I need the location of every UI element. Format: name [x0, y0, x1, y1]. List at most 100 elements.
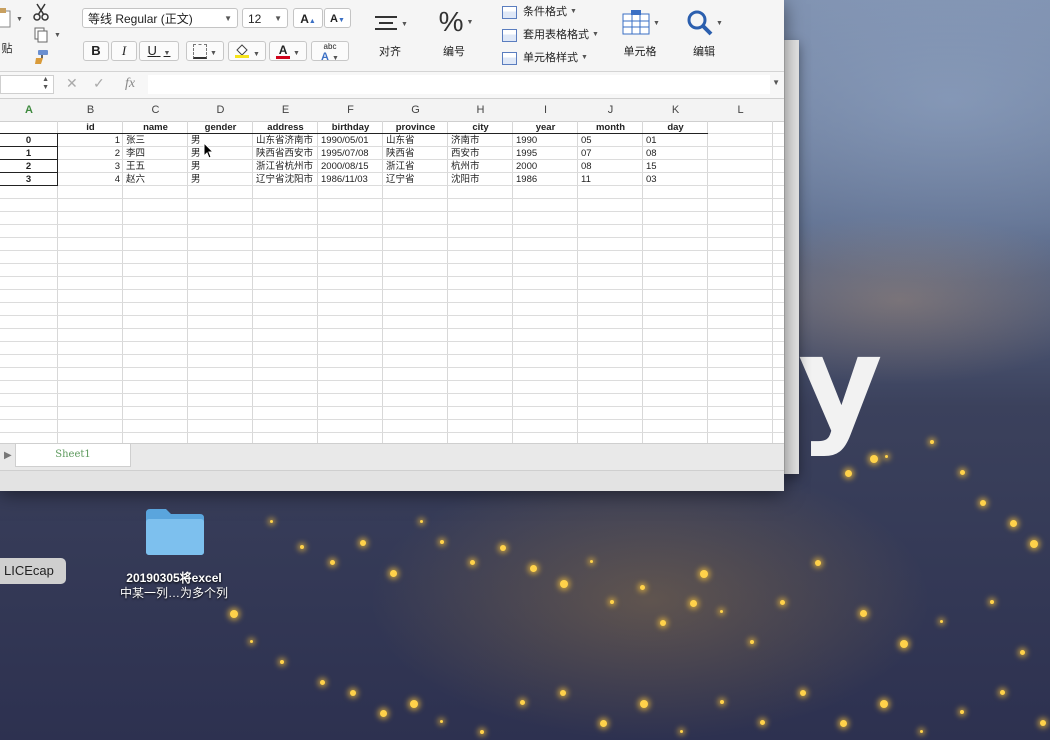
- header-cell-city[interactable]: city: [448, 121, 513, 134]
- search-icon[interactable]: ▼: [684, 8, 726, 38]
- format-painter-icon[interactable]: [32, 48, 50, 66]
- cell-birthday[interactable]: 2000/08/15: [318, 160, 383, 173]
- fill-color-button[interactable]: ▼: [228, 41, 266, 61]
- row-index-cell[interactable]: 0: [0, 134, 58, 147]
- tab-sheet1[interactable]: Sheet1: [15, 444, 131, 467]
- cell-year[interactable]: 2000: [513, 160, 578, 173]
- underline-button[interactable]: U ▼: [139, 41, 179, 61]
- font-size-select[interactable]: 12 ▼: [242, 8, 288, 28]
- header-cell-address[interactable]: address: [253, 121, 318, 134]
- cell-id[interactable]: 4: [58, 173, 123, 186]
- paste-icon[interactable]: [0, 6, 14, 30]
- cell-id[interactable]: 3: [58, 160, 123, 173]
- italic-button[interactable]: I: [111, 41, 137, 61]
- licecap-button[interactable]: LICEcap: [0, 558, 66, 584]
- spreadsheet-grid[interactable]: ABCDEFGHIJKL id name gender address birthday…: [0, 99, 784, 443]
- header-cell-month[interactable]: month: [578, 121, 643, 134]
- cells-label[interactable]: 单元格: [620, 43, 660, 59]
- cell-name[interactable]: 张三: [123, 134, 188, 147]
- cell-city[interactable]: 济南市: [448, 134, 513, 147]
- row-index-cell[interactable]: 2: [0, 160, 58, 173]
- column-header-l[interactable]: L: [708, 99, 773, 121]
- align-icon[interactable]: ▼: [374, 10, 408, 38]
- cell-province[interactable]: 陕西省: [383, 147, 448, 160]
- cell-name[interactable]: 赵六: [123, 173, 188, 186]
- bold-button[interactable]: B: [83, 41, 109, 61]
- cell-address[interactable]: 浙江省杭州市: [253, 160, 318, 173]
- header-cell-id[interactable]: id: [58, 121, 123, 134]
- header-cell-day[interactable]: day: [643, 121, 708, 134]
- confirm-icon[interactable]: ✓: [93, 75, 105, 92]
- cell-day[interactable]: 03: [643, 173, 708, 186]
- cell-name[interactable]: 李四: [123, 147, 188, 160]
- cell-birthday[interactable]: 1995/07/08: [318, 147, 383, 160]
- cell-month[interactable]: 05: [578, 134, 643, 147]
- cell-styles-button[interactable]: 单元格样式 ▼: [502, 50, 588, 66]
- cell-gender[interactable]: 男: [188, 173, 253, 186]
- column-header-j[interactable]: J: [578, 99, 643, 121]
- paste-dropdown-icon[interactable]: ▼: [14, 14, 23, 24]
- cell-year[interactable]: 1995: [513, 147, 578, 160]
- folder-icon[interactable]: [144, 507, 206, 557]
- decrease-font-size-button[interactable]: A▼: [324, 8, 351, 28]
- cell-year[interactable]: 1990: [513, 134, 578, 147]
- column-header-h[interactable]: H: [448, 99, 513, 121]
- column-header-a[interactable]: A: [0, 99, 58, 121]
- cell-birthday[interactable]: 1986/11/03: [318, 173, 383, 186]
- column-header-i[interactable]: I: [513, 99, 578, 121]
- edit-label[interactable]: 编辑: [684, 43, 724, 59]
- column-header-f[interactable]: F: [318, 99, 383, 121]
- cell-address[interactable]: 辽宁省沈阳市: [253, 173, 318, 186]
- paste-label[interactable]: 贴: [0, 40, 14, 56]
- function-icon[interactable]: fx: [125, 76, 135, 92]
- cell-id[interactable]: 1: [58, 134, 123, 147]
- increase-font-size-button[interactable]: A▲: [293, 8, 323, 28]
- header-cell-gender[interactable]: gender: [188, 121, 253, 134]
- cell-gender[interactable]: 男: [188, 160, 253, 173]
- column-header-g[interactable]: G: [383, 99, 448, 121]
- cell-province[interactable]: 浙江省: [383, 160, 448, 173]
- cell-day[interactable]: 15: [643, 160, 708, 173]
- cut-icon[interactable]: [32, 3, 50, 21]
- cell-month[interactable]: 08: [578, 160, 643, 173]
- cell-city[interactable]: 西安市: [448, 147, 513, 160]
- name-box[interactable]: ▲ ▼: [0, 75, 54, 94]
- header-cell-province[interactable]: province: [383, 121, 448, 134]
- percent-icon[interactable]: % ▼: [436, 6, 476, 38]
- index-header-cell[interactable]: [0, 121, 58, 134]
- cell-day[interactable]: 08: [643, 147, 708, 160]
- cancel-icon[interactable]: ✕: [66, 75, 78, 92]
- cell-gender[interactable]: 男: [188, 147, 253, 160]
- column-header-d[interactable]: D: [188, 99, 253, 121]
- cell-day[interactable]: 01: [643, 134, 708, 147]
- cell-city[interactable]: 沈阳市: [448, 173, 513, 186]
- scroll-tabs-icon[interactable]: ▶: [4, 450, 12, 461]
- cell-id[interactable]: 2: [58, 147, 123, 160]
- column-header-b[interactable]: B: [58, 99, 123, 121]
- cells-icon[interactable]: ▼: [620, 8, 662, 38]
- cell-address[interactable]: 山东省济南市: [253, 134, 318, 147]
- row-index-cell[interactable]: 1: [0, 147, 58, 160]
- header-cell-year[interactable]: year: [513, 121, 578, 134]
- cell-province[interactable]: 辽宁省: [383, 173, 448, 186]
- header-cell-name[interactable]: name: [123, 121, 188, 134]
- cell-month[interactable]: 07: [578, 147, 643, 160]
- copy-dropdown-icon[interactable]: ▼: [52, 30, 61, 40]
- copy-icon[interactable]: [32, 26, 50, 44]
- align-label[interactable]: 对齐: [372, 43, 408, 59]
- header-cell-birthday[interactable]: birthday: [318, 121, 383, 134]
- cell-city[interactable]: 杭州市: [448, 160, 513, 173]
- column-header-k[interactable]: K: [643, 99, 708, 121]
- font-name-select[interactable]: 等线 Regular (正文) ▼: [82, 8, 238, 28]
- folder-label[interactable]: 20190305将excel 中某一列…为多个列: [104, 571, 244, 601]
- format-as-table-button[interactable]: 套用表格格式 ▼: [502, 27, 599, 43]
- phonetic-guide-button[interactable]: abc A ▼: [311, 41, 349, 63]
- number-label[interactable]: 编号: [436, 43, 472, 59]
- cell-month[interactable]: 11: [578, 173, 643, 186]
- row-index-cell[interactable]: 3: [0, 173, 58, 186]
- formula-expand-icon[interactable]: ▼: [772, 78, 780, 87]
- column-header-c[interactable]: C: [123, 99, 188, 121]
- cell-province[interactable]: 山东省: [383, 134, 448, 147]
- cell-birthday[interactable]: 1990/05/01: [318, 134, 383, 147]
- font-color-button[interactable]: A ▼: [269, 41, 307, 61]
